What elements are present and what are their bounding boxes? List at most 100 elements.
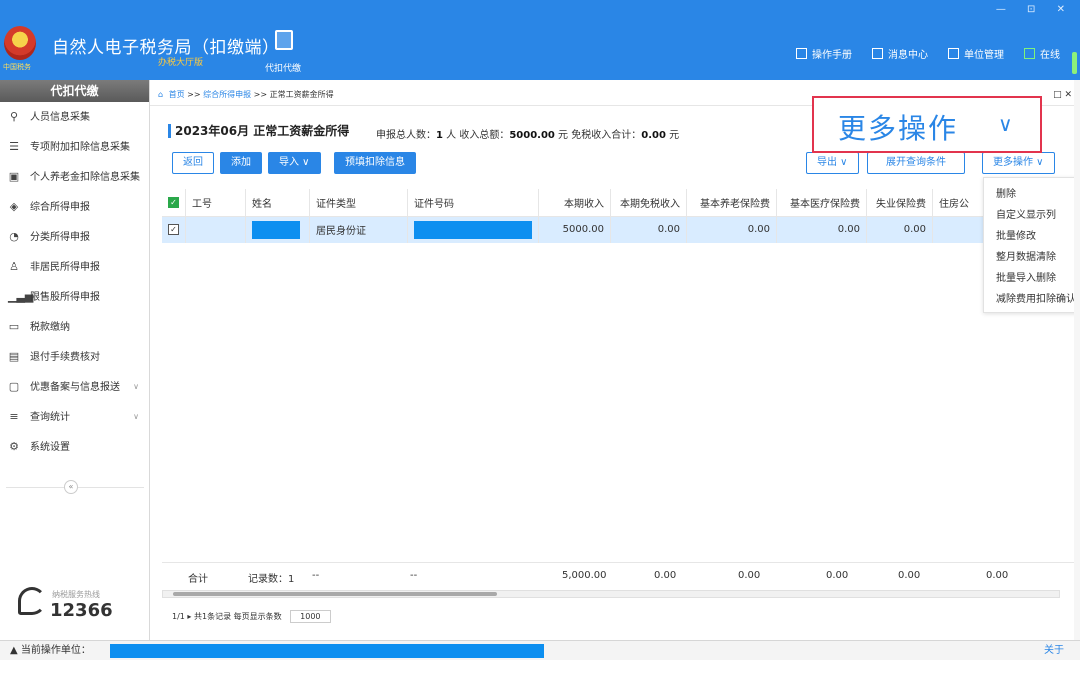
redacted-id-number	[414, 220, 532, 239]
wallet-icon: ▭	[8, 320, 20, 333]
cell-name[interactable]	[245, 216, 310, 243]
vertical-scrollbar[interactable]	[1074, 80, 1080, 640]
footer-pension-total: 0.00	[738, 570, 761, 581]
prefill-deduction-button[interactable]: 预填扣除信息	[334, 152, 416, 174]
cell-pension[interactable]: 0.00	[686, 216, 777, 243]
export-button[interactable]: 导出 ∨	[806, 152, 859, 174]
breadcrumb-separator: >>	[187, 90, 201, 99]
manual-button[interactable]: 操作手册	[796, 46, 852, 61]
sidebar-item-restricted-stock[interactable]: ▁▃▅限售股所得申报	[0, 282, 149, 312]
expand-query-button[interactable]: 展开查询条件	[867, 152, 965, 174]
col-exempt-income[interactable]: 本期免税收入	[610, 189, 687, 217]
sidebar-item-person-info[interactable]: ⚲ 人员信息采集	[0, 102, 149, 132]
add-button[interactable]: 添加	[220, 152, 262, 174]
menu-item-delete[interactable]: 删除	[984, 184, 1079, 205]
select-all-checkbox[interactable]: ✓	[168, 196, 179, 208]
scrollbar-thumb[interactable]	[173, 592, 497, 596]
col-pension[interactable]: 基本养老保险费	[686, 189, 777, 217]
col-medical[interactable]: 基本医疗保险费	[776, 189, 867, 217]
home-icon[interactable]: ⌂	[158, 90, 163, 99]
menu-item-batch-edit[interactable]: 批量修改	[984, 226, 1079, 247]
cell-income[interactable]: 5000.00	[538, 216, 611, 243]
tax-bureau-logo	[4, 26, 36, 60]
window-controls[interactable]: — ⊡ ✕	[996, 4, 1074, 15]
cell-id-type[interactable]: 居民身份证	[309, 216, 408, 243]
total-income: 5000.00	[509, 130, 555, 141]
menu-item-batch-import-delete[interactable]: 批量导入删除	[984, 268, 1079, 289]
sidebar: 代扣代缴 ⚲ 人员信息采集 ☰ 专项附加扣除信息采集 ▣ 个人养老金扣除信息采集 ◈ 综…	[0, 80, 150, 640]
sidebar-item-classified[interactable]: ◔ 分类所得申报	[0, 222, 149, 252]
breadcrumb-current: 正常工资薪金所得	[269, 90, 334, 99]
cell-employee-id[interactable]	[185, 216, 246, 243]
col-employee-id[interactable]: 工号	[185, 189, 246, 217]
breadcrumb-comprehensive[interactable]: 综合所得申报	[203, 90, 251, 99]
sidebar-header: 代扣代缴	[0, 80, 149, 102]
mail-icon	[872, 48, 883, 59]
menu-item-clear-month[interactable]: 整月数据清除	[984, 247, 1079, 268]
sidebar-item-comprehensive[interactable]: ◈ 综合所得申报	[0, 192, 149, 222]
summary-stats: 申报总人数：1 人 收入总额：5000.00 元 免税收入合计：0.00 元	[376, 130, 680, 141]
chevron-down-icon: ∨	[998, 112, 1013, 136]
breadcrumb-separator: >>	[253, 90, 268, 99]
menu-item-deduction-confirm[interactable]: 减除费用扣除确认	[984, 289, 1079, 310]
manual-icon	[796, 48, 807, 59]
menu-item-custom-columns[interactable]: 自定义显示列	[984, 205, 1079, 226]
pagination-info[interactable]: 1/1 ▸ 共1条记录 每页显示条数	[172, 612, 282, 621]
main-content: 2023年06月 正常工资薪金所得 申报总人数：1 人 收入总额：5000.00…	[162, 112, 1080, 632]
import-button[interactable]: 导入 ∨	[268, 152, 321, 174]
total-exempt: 0.00	[641, 130, 666, 141]
cell-medical[interactable]: 0.00	[776, 216, 867, 243]
about-link[interactable]: 关于	[1044, 642, 1064, 660]
col-id-type[interactable]: 证件类型	[309, 189, 408, 217]
withholding-nav-label[interactable]: 代扣代缴	[265, 61, 301, 74]
pension-icon: ▣	[8, 170, 20, 183]
building-icon	[948, 48, 959, 59]
cell-exempt-income[interactable]: 0.00	[610, 216, 687, 243]
sidebar-item-special-deduction[interactable]: ☰ 专项附加扣除信息采集	[0, 132, 149, 162]
horizontal-scrollbar[interactable]	[162, 590, 1060, 598]
title-bar: 中国税务 自然人电子税务局（扣缴端） 办税大厅版 代扣代缴 — ⊡ ✕ 操作手册…	[0, 0, 1080, 80]
tab-close-controls[interactable]: □ ✕	[1053, 84, 1072, 106]
sidebar-item-settings[interactable]: ⚙ 系统设置	[0, 432, 149, 462]
chevron-down-icon: ∨	[133, 412, 139, 421]
row-checkbox[interactable]: ✓	[168, 224, 179, 235]
sidebar-item-nonresident[interactable]: ♙ 非居民所得申报	[0, 252, 149, 282]
sidebar-item-preferential[interactable]: ▢ 优惠备案与信息报送 ∨	[0, 372, 149, 402]
page-size-select[interactable]: 1000	[290, 610, 331, 623]
sidebar-item-query[interactable]: ≡ 查询统计 ∨	[0, 402, 149, 432]
sidebar-item-tax-payment[interactable]: ▭ 税款缴纳	[0, 312, 149, 342]
cell-id-number[interactable]	[407, 216, 539, 243]
phone-icon	[18, 587, 46, 615]
table-row[interactable]: ✓ 居民身份证 5000.00 0.00 0.00 0.00 0.00	[162, 216, 987, 243]
sidebar-item-pension[interactable]: ▣ 个人养老金扣除信息采集	[0, 162, 149, 192]
back-button[interactable]: 返回	[172, 152, 214, 174]
bar-icon: ▁▃▅	[8, 290, 34, 303]
hotline-label: 纳税服务热线	[52, 590, 100, 599]
col-name[interactable]: 姓名	[245, 189, 310, 217]
col-housing[interactable]: 住房公	[932, 189, 987, 217]
select-all-cell[interactable]: ✓	[162, 189, 186, 217]
breadcrumb-home[interactable]: 首页	[169, 90, 185, 99]
app-subtitle: 办税大厅版	[158, 58, 204, 68]
col-id-number[interactable]: 证件号码	[407, 189, 539, 217]
current-unit-label: ▲ 当前操作单位：	[10, 645, 91, 656]
col-unemployment[interactable]: 失业保险费	[866, 189, 933, 217]
data-table: ✓ 工号 姓名 证件类型 证件号码 本期收入 本期免税收入 基本养老保险费 基本…	[162, 189, 1080, 589]
more-actions-button[interactable]: 更多操作 ∨	[982, 152, 1055, 174]
row-select-cell[interactable]: ✓	[162, 216, 186, 243]
sidebar-item-fee-refund[interactable]: ▤ 退付手续费核对	[0, 342, 149, 372]
message-center-button[interactable]: 消息中心	[872, 46, 928, 61]
unit-management-button[interactable]: 单位管理	[948, 46, 1004, 61]
withholding-nav-icon[interactable]	[275, 30, 293, 50]
online-status[interactable]: 在线	[1024, 46, 1060, 61]
collapse-sidebar-button[interactable]: «	[64, 480, 78, 494]
doc-icon: ▤	[8, 350, 20, 363]
cell-housing[interactable]	[932, 216, 987, 243]
col-income[interactable]: 本期收入	[538, 189, 611, 217]
footer-housing-total: 0.00	[986, 570, 1009, 581]
footer-exempt-total: 0.00	[654, 570, 677, 581]
chevron-down-icon: ∨	[133, 382, 139, 391]
highlight-label: 更多操作	[838, 112, 959, 145]
list-icon: ☰	[9, 140, 19, 153]
cell-unemployment[interactable]: 0.00	[866, 216, 933, 243]
